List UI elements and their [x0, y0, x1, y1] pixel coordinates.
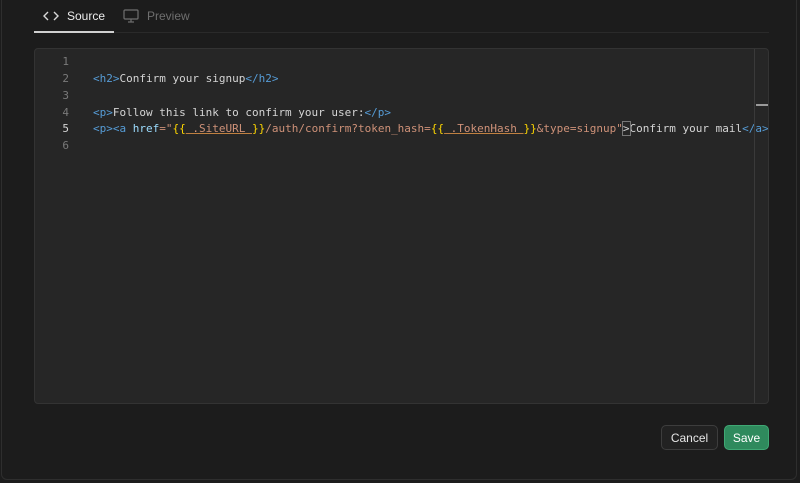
- tab-source-label: Source: [66, 9, 106, 23]
- h2-text: Confirm your signup: [119, 72, 246, 85]
- cancel-button[interactable]: Cancel: [661, 425, 718, 450]
- code-editor[interactable]: 1 2 3 4 5 6 <h2>Confirm your signup</h2>…: [34, 48, 769, 404]
- p-open-tag: <p>: [93, 106, 113, 119]
- tab-bar: Source Preview: [34, 0, 769, 33]
- line-number-gutter: 1 2 3 4 5 6: [35, 49, 75, 403]
- code-line-4[interactable]: <p>Follow this link to confirm your user…: [93, 104, 391, 121]
- attr-quote-close: ": [616, 122, 623, 135]
- tab-preview-label: Preview: [147, 9, 190, 23]
- p-open-tag: <p>: [93, 122, 113, 135]
- type-param: &type=signup: [536, 122, 617, 135]
- a-open-tag: <a: [112, 122, 127, 135]
- line-number-active: 5: [62, 122, 69, 135]
- p-close-tag: </p>: [364, 106, 392, 119]
- link-text: Confirm your mail: [629, 122, 743, 135]
- h2-close-tag: </h2>: [245, 72, 279, 85]
- code-line-2[interactable]: <h2>Confirm your signup</h2>: [93, 70, 278, 87]
- tab-preview[interactable]: Preview: [122, 0, 190, 32]
- template-brace-open: {{: [172, 122, 186, 135]
- template-brace-close: }}: [523, 122, 537, 135]
- line-number: 1: [62, 55, 69, 68]
- attr-eq-quote: =": [159, 122, 173, 135]
- p-text: Follow this link to confirm your user:: [112, 106, 365, 119]
- h2-open-tag: <h2>: [93, 72, 120, 85]
- template-brace-close: }}: [251, 122, 266, 135]
- line-number: 4: [62, 106, 69, 119]
- line-number: 6: [62, 139, 69, 152]
- code-icon: [42, 10, 59, 22]
- href-attribute: href: [126, 122, 160, 135]
- monitor-icon: [123, 9, 139, 23]
- token-hash-variable: .TokenHash: [444, 122, 524, 135]
- editor-panel: Source Preview 1 2 3 4 5 6 <h2>Confirm y…: [1, 0, 797, 480]
- line-number: 3: [62, 89, 69, 102]
- editor-scrollbar[interactable]: [754, 49, 768, 403]
- scroll-thumb[interactable]: [756, 104, 768, 106]
- template-brace-open: {{: [430, 122, 445, 135]
- line-number: 2: [62, 72, 69, 85]
- tag-close-bracket: >: [621, 121, 631, 136]
- tab-source[interactable]: Source: [34, 0, 114, 33]
- site-url-variable: .SiteURL: [185, 122, 252, 135]
- code-line-5[interactable]: <p><a href="{{ .SiteURL }}/auth/confirm?…: [93, 120, 768, 137]
- save-button[interactable]: Save: [724, 425, 769, 450]
- confirm-path: /auth/confirm?token_hash=: [265, 122, 431, 135]
